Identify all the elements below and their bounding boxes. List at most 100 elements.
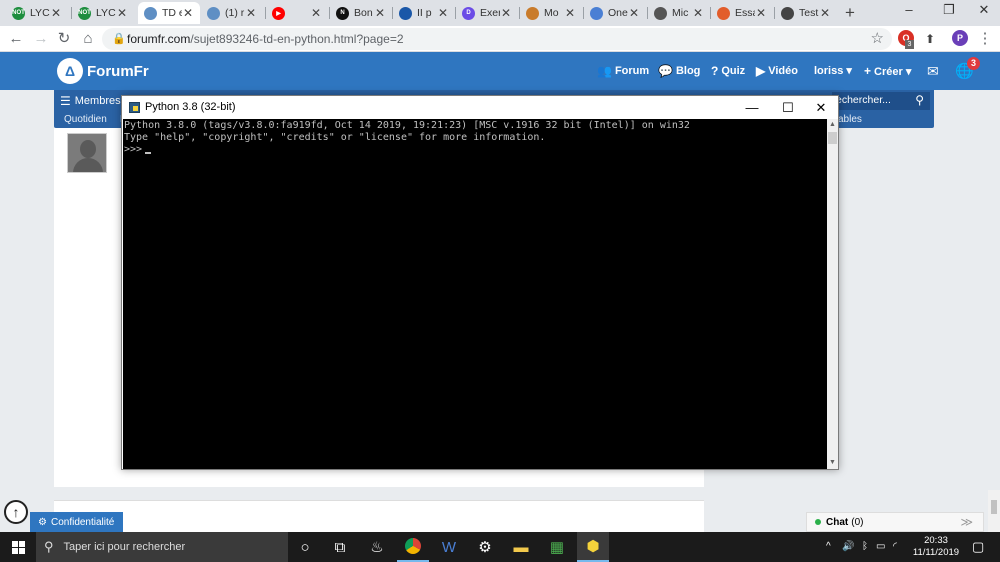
mail-icon[interactable]: ✉	[927, 63, 939, 80]
tab-close-icon[interactable]: ✕	[310, 6, 322, 20]
taskbar-search-box[interactable]: ⚲ Taper ici pour rechercher	[36, 532, 288, 562]
tab-close-icon[interactable]: ✕	[500, 6, 512, 20]
nav-blog[interactable]: 💬 Blog	[658, 64, 700, 78]
console-prompt-line[interactable]: >>>	[124, 144, 826, 156]
home-icon[interactable]: ⌂	[78, 30, 98, 48]
menu-dots-icon[interactable]: ⋮	[975, 30, 995, 48]
tab-separator	[710, 7, 711, 19]
question-icon: ?	[711, 64, 719, 78]
restore-browser-button[interactable]: ❐	[935, 2, 963, 18]
user-avatar[interactable]	[67, 133, 107, 173]
browser-tab[interactable]: Test ✕	[775, 2, 837, 24]
settings-gear-icon[interactable]: ⚙	[469, 532, 501, 562]
tab-title: LYCÉ	[30, 7, 50, 19]
online-status-dot	[815, 519, 821, 525]
scroll-to-top-icon[interactable]: ↑	[4, 500, 28, 524]
nav-video[interactable]: ▶ Vidéo	[756, 64, 798, 78]
extension-badge: 3	[905, 40, 914, 49]
browser-tab[interactable]: II p ✕	[393, 2, 455, 24]
battery-icon[interactable]: ▭	[876, 541, 885, 552]
bluetooth-icon[interactable]: ᛒ	[862, 541, 868, 552]
file-explorer-icon[interactable]: ▬	[505, 532, 537, 562]
tab-close-icon[interactable]: ✕	[50, 6, 62, 20]
browser-tab[interactable]: Mic ✕	[648, 2, 710, 24]
nav-create[interactable]: + Créer ▾	[864, 64, 911, 78]
network-icon[interactable]: ◜	[893, 541, 897, 552]
console-output[interactable]: Python 3.8.0 (tags/v3.8.0:fa919fd, Oct 1…	[123, 119, 827, 469]
tab-favicon-icon	[654, 6, 667, 20]
forum-next-post	[54, 500, 704, 532]
tab-close-icon[interactable]: ✕	[755, 6, 767, 20]
forward-arrow-icon[interactable]: →	[31, 30, 51, 48]
start-button[interactable]	[0, 532, 36, 562]
browser-tab[interactable]: D Exer ✕	[456, 2, 518, 24]
nav-video-label: Vidéo	[768, 65, 798, 77]
page-scrollbar[interactable]	[988, 490, 1000, 532]
site-logo[interactable]: Δ ForumFr	[57, 58, 149, 84]
tab-favicon-icon: ▶	[272, 6, 285, 20]
task-view-icon[interactable]: ⧉	[324, 532, 356, 562]
tab-separator	[71, 7, 72, 19]
tab-title: Mic	[672, 7, 689, 19]
tab-close-icon[interactable]: ✕	[245, 6, 257, 20]
back-arrow-icon[interactable]: ←	[6, 30, 26, 48]
system-clock[interactable]: 20:33 11/11/2019	[906, 535, 966, 559]
tab-close-icon[interactable]: ✕	[182, 6, 194, 20]
console-scroll-thumb[interactable]	[828, 132, 837, 144]
tab-title: (1) r	[225, 7, 245, 19]
tab-close-icon[interactable]: ✕	[116, 6, 128, 20]
python-title-bar[interactable]: Python 3.8 (32-bit) — ☐ ✕	[122, 96, 838, 119]
reload-icon[interactable]: ↻	[54, 30, 74, 48]
browser-tab[interactable]: ▶ ✕	[266, 2, 328, 24]
browser-tab[interactable]: One ✕	[584, 2, 646, 24]
browser-tab[interactable]: NOT LYCÉ✕	[72, 2, 134, 24]
steam-icon[interactable]: ♨	[361, 532, 393, 562]
action-center-icon[interactable]: ▢	[972, 539, 984, 555]
url-host: forumfr.com	[127, 32, 191, 46]
browser-tab[interactable]: Mo ✕	[520, 2, 582, 24]
subnav-link-partial-right[interactable]: ables	[838, 114, 862, 125]
logo-text: ForumFr	[87, 62, 149, 80]
browser-tab[interactable]: TD e ✕	[138, 2, 200, 24]
bookmark-star-icon[interactable]: ☆	[871, 29, 884, 47]
search-icon[interactable]: ⚲	[915, 93, 924, 107]
maximize-window-button[interactable]: ☐	[772, 97, 804, 118]
tab-close-icon[interactable]: ✕	[692, 6, 704, 20]
scroll-down-arrow-icon[interactable]: ▼	[827, 457, 838, 469]
extension-arrow-icon[interactable]: ⬆	[920, 30, 940, 48]
browser-tab[interactable]: Essa✕	[711, 2, 773, 24]
tab-close-icon[interactable]: ✕	[564, 6, 576, 20]
tab-close-icon[interactable]: ✕	[437, 6, 449, 20]
minimize-window-button[interactable]: —	[736, 97, 768, 118]
cortana-icon[interactable]: ○	[289, 532, 321, 562]
chat-bar[interactable]: Chat (0) ≫	[806, 512, 984, 532]
browser-tab[interactable]: NOT LYCÉ✕	[6, 2, 68, 24]
profile-avatar[interactable]: P	[952, 30, 968, 46]
python-taskbar-icon[interactable]: ⬢	[577, 532, 609, 562]
quotidien-link[interactable]: Quotidien	[64, 114, 107, 125]
minimize-browser-button[interactable]: –	[895, 2, 923, 17]
chat-expand-icon[interactable]: ≫	[960, 515, 973, 529]
nav-quiz[interactable]: ? Quiz	[711, 64, 745, 78]
word-icon[interactable]: W	[433, 532, 465, 562]
nav-forum[interactable]: 👥 Forum	[597, 64, 649, 78]
close-window-button[interactable]: ✕	[805, 97, 837, 118]
volume-icon[interactable]: 🔊	[842, 541, 854, 552]
tab-close-icon[interactable]: ✕	[628, 6, 640, 20]
site-search-input[interactable]: echercher... ⚲	[832, 92, 930, 110]
tab-close-icon[interactable]: ✕	[374, 6, 386, 20]
chrome-icon[interactable]	[397, 532, 429, 562]
browser-tab[interactable]: N Bon ✕	[330, 2, 392, 24]
tray-expand-icon[interactable]: ^	[826, 541, 831, 552]
nav-user-menu[interactable]: loriss ▾	[814, 64, 852, 77]
confidentiality-button[interactable]: ⚙ Confidentialité	[30, 512, 123, 532]
browser-tab[interactable]: (1) r ✕	[201, 2, 263, 24]
minecraft-icon[interactable]: ▦	[541, 532, 573, 562]
close-browser-button[interactable]: ✕	[970, 2, 998, 18]
tab-close-icon[interactable]: ✕	[819, 6, 831, 20]
console-scrollbar[interactable]: ▲ ▼	[827, 119, 838, 469]
new-tab-button[interactable]: +	[845, 3, 855, 23]
membres-menu[interactable]: ☰ Membres	[60, 94, 121, 108]
scroll-up-arrow-icon[interactable]: ▲	[827, 119, 838, 131]
address-bar[interactable]: 🔒 forumfr.com/sujet893246-td-en-python.h…	[102, 28, 892, 50]
